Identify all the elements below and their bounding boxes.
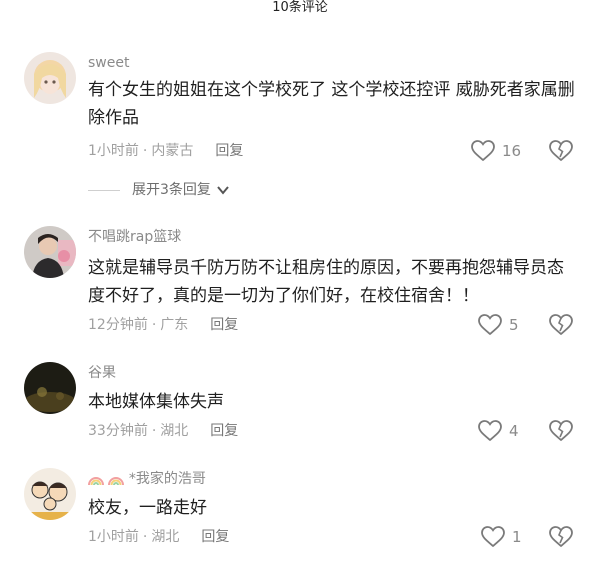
heart-icon [478,314,502,336]
rainbow-emoji-icon [88,477,104,485]
like-button[interactable]: 16 [470,139,521,163]
expand-replies-button[interactable]: 展开3条回复 [88,181,231,199]
comment-username-text: *我家的浩哥 [128,471,206,487]
avatar[interactable] [24,52,76,104]
comment-location: 湖北 [160,423,189,439]
comment-time: 1小时前 [88,143,139,159]
like-count: 16 [502,142,522,160]
comment-meta: 33分钟前 · 湖北 回复 [88,423,239,439]
comment-username[interactable]: 谷果 [88,364,116,382]
avatar[interactable] [24,362,76,414]
comment-username[interactable]: *我家的浩哥 [88,470,206,488]
comment-text: 校友，一路走好 [88,498,207,518]
heart-icon [481,526,505,548]
comment-username[interactable]: sweet [88,54,129,72]
comment-time: 33分钟前 [88,423,148,439]
comment-text: 这就是辅导员千防万防不让租房住的原因，不要再抱怨辅导员态度不好了，真的是一切为了… [88,258,564,306]
comment-location: 广东 [160,317,189,333]
comment-text: 有个女生的姐姐在这个学校死了 这个学校还控评 威胁死者家属删除作品 [88,80,575,128]
dislike-button[interactable] [548,313,574,341]
like-button[interactable]: 5 [477,313,519,337]
comment-meta: 12分钟前 · 广东 回复 [88,317,239,333]
broken-heart-icon [549,140,573,162]
heart-icon [478,420,502,442]
comment-text: 本地媒体集体失声 [88,392,224,412]
chevron-down-icon [217,186,229,195]
like-button[interactable]: 4 [477,419,519,443]
comment-time: 12分钟前 [88,317,148,333]
reply-button[interactable]: 回复 [215,143,243,159]
like-count: 4 [509,422,519,440]
reply-button[interactable]: 回复 [210,317,238,333]
heart-icon [471,140,495,162]
reply-button[interactable]: 回复 [210,423,238,439]
broken-heart-icon [549,526,573,548]
dislike-button[interactable] [548,525,574,553]
like-count: 5 [509,316,519,334]
like-count: 1 [512,528,522,546]
reply-button[interactable]: 回复 [201,529,229,545]
dislike-button[interactable] [548,419,574,447]
comment-meta: 1小时前 · 内蒙古 回复 [88,143,244,159]
avatar[interactable] [24,226,76,278]
rainbow-emoji-icon [108,477,125,485]
avatar[interactable] [24,468,76,520]
broken-heart-icon [549,420,573,442]
like-button[interactable]: 1 [480,525,522,549]
comment-meta: 1小时前 · 湖北 回复 [88,529,230,545]
broken-heart-icon [549,314,573,336]
comment-location: 湖北 [151,529,180,545]
expand-divider [88,189,120,191]
dislike-button[interactable] [548,139,574,167]
comment-username[interactable]: 不唱跳rap篮球 [88,228,181,246]
expand-replies-label: 展开3条回复 [132,182,211,198]
comment-time: 1小时前 [88,529,139,545]
comments-header-title: 10条评论 [272,0,328,15]
comment-location: 内蒙古 [151,143,194,159]
